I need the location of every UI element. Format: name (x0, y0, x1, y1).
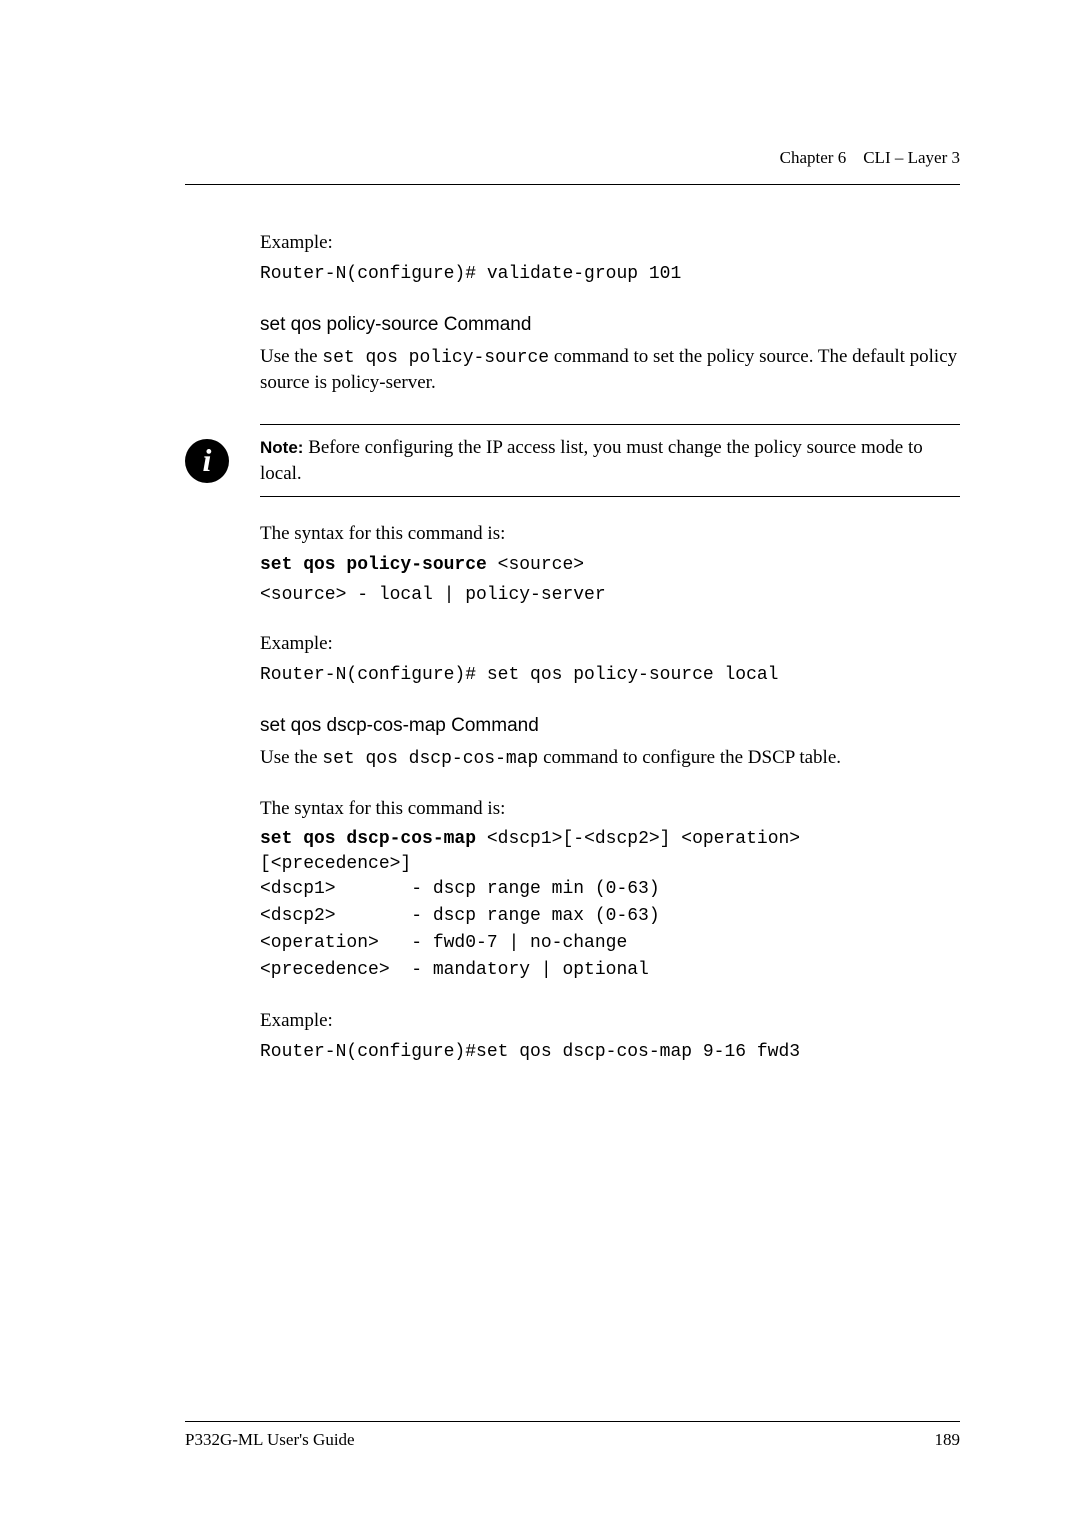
section-intro: Use the set qos policy-source command to… (260, 344, 960, 396)
syntax-command: set qos policy-source <source> (260, 553, 960, 577)
example-label: Example: (260, 230, 960, 256)
note-text: Note: Before configuring the IP access l… (260, 435, 960, 486)
intro-text-pre: Use the (260, 747, 322, 768)
example-label: Example: (260, 1008, 960, 1034)
param-row: <precedence> - mandatory | optional (260, 957, 960, 984)
note-label: Note: (260, 438, 303, 457)
footer-page-number: 189 (935, 1430, 961, 1450)
example-code: Router-N(configure)#set qos dscp-cos-map… (260, 1040, 960, 1064)
syntax-rest: <source> (487, 555, 584, 575)
syntax-command: set qos dscp-cos-map <dscp1>[-<dscp2>] <… (260, 827, 960, 876)
info-icon-glyph: i (203, 442, 212, 479)
intro-code: set qos policy-source (322, 348, 549, 368)
intro-code: set qos dscp-cos-map (322, 749, 538, 769)
syntax-intro: The syntax for this command is: (260, 521, 960, 547)
chapter-title: CLI – Layer 3 (863, 148, 960, 167)
syntax-intro: The syntax for this command is: (260, 796, 960, 822)
param-row: <dscp2> - dscp range max (0-63) (260, 903, 960, 930)
section-heading: set qos dscp-cos-map Command (260, 715, 960, 737)
chapter-label: Chapter 6 (780, 148, 847, 167)
page-footer: P332G-ML User's Guide 189 (185, 1421, 960, 1450)
note-block: i Note: Before configuring the IP access… (185, 424, 960, 497)
page-header: Chapter 6 CLI – Layer 3 (780, 148, 960, 168)
intro-text-pre: Use the (260, 346, 322, 367)
footer-guide: P332G-ML User's Guide (185, 1430, 355, 1450)
note-divider-bottom (260, 496, 960, 497)
syntax-param: <source> - local | policy-server (260, 583, 960, 607)
note-body-text: Before configuring the IP access list, y… (260, 437, 923, 484)
intro-text-post: command to configure the DSCP table. (538, 747, 841, 768)
syntax-bold: set qos policy-source (260, 555, 487, 575)
example-label: Example: (260, 631, 960, 657)
info-icon: i (185, 439, 229, 483)
section-heading: set qos policy-source Command (260, 314, 960, 336)
header-divider (185, 184, 960, 185)
main-content: Example: Router-N(configure)# validate-g… (185, 148, 960, 1064)
section-intro: Use the set qos dscp-cos-map command to … (260, 745, 960, 771)
example-code: Router-N(configure)# validate-group 101 (260, 262, 960, 286)
footer-divider (185, 1421, 960, 1422)
param-row: <dscp1> - dscp range min (0-63) (260, 876, 960, 903)
note-divider-top (260, 424, 960, 425)
example-code: Router-N(configure)# set qos policy-sour… (260, 663, 960, 687)
param-table: <dscp1> - dscp range min (0-63) <dscp2> … (260, 876, 960, 984)
syntax-bold: set qos dscp-cos-map (260, 829, 476, 849)
param-row: <operation> - fwd0-7 | no-change (260, 930, 960, 957)
